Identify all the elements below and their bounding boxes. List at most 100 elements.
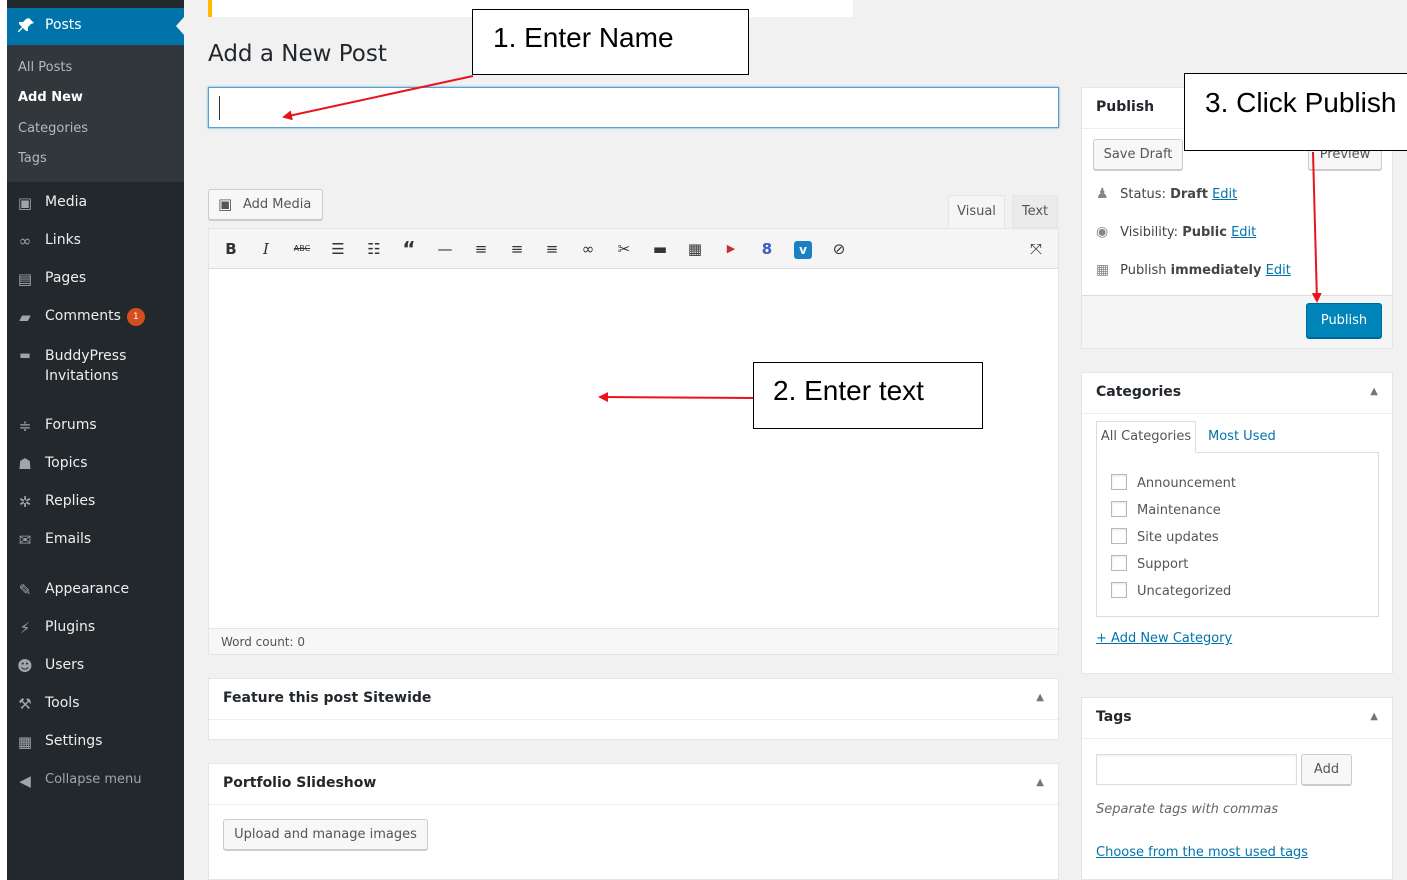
- sidebar-item-tools[interactable]: ⚒ Tools: [7, 692, 184, 722]
- sidebar-item-replies[interactable]: ✲ Replies: [7, 490, 184, 520]
- upload-images-button[interactable]: Upload and manage images: [223, 819, 428, 850]
- fullscreen-icon[interactable]: ⤧: [1024, 238, 1048, 260]
- callout-step-2: 2. Enter text: [753, 362, 983, 429]
- admin-sidebar: Posts All Posts Add New Categories Tags …: [7, 0, 184, 880]
- publish-button[interactable]: Publish: [1306, 303, 1382, 338]
- publish-value: immediately: [1170, 263, 1262, 278]
- collapse-toggle-icon[interactable]: ▲: [1370, 711, 1378, 722]
- align-left-icon[interactable]: ≡: [469, 238, 493, 260]
- post-content-editor: B I ABC ☰ ☷ “ — ≡ ≡ ≡ ∞ ✂ ▬ ▦ ▶ 8 v ⊘ ⤧ …: [208, 228, 1059, 655]
- checkbox[interactable]: [1111, 528, 1127, 544]
- calendar-icon: ▦: [1096, 262, 1110, 278]
- checkbox[interactable]: [1111, 474, 1127, 490]
- category-item[interactable]: Site updates: [1111, 528, 1219, 545]
- bulleted-list-icon[interactable]: ☰: [326, 238, 350, 260]
- comments-icon: ▰: [19, 308, 31, 326]
- visibility-row: ◉ Visibility: Public Edit: [1096, 224, 1256, 240]
- publish-date-row: ▦ Publish immediately Edit: [1096, 262, 1291, 278]
- collapse-menu-label: Collapse menu: [45, 772, 142, 787]
- category-label: Uncategorized: [1137, 584, 1232, 599]
- sidebar-item-label: Forums: [45, 417, 97, 433]
- flash-icon[interactable]: ⊘: [827, 238, 851, 260]
- metabox-title: Publish: [1096, 99, 1155, 115]
- horizontal-line-icon[interactable]: —: [433, 238, 457, 260]
- checkbox[interactable]: [1111, 582, 1127, 598]
- category-item[interactable]: Uncategorized: [1111, 582, 1231, 599]
- collapse-toggle-icon[interactable]: ▲: [1370, 386, 1378, 397]
- tag-input[interactable]: [1096, 754, 1297, 785]
- embed-8-icon[interactable]: 8: [755, 238, 779, 260]
- collapse-toggle-icon[interactable]: ▲: [1036, 777, 1044, 788]
- category-item[interactable]: Maintenance: [1111, 501, 1221, 518]
- eye-icon: ◉: [1096, 224, 1109, 240]
- read-more-icon[interactable]: ▬: [648, 238, 672, 260]
- callout-text: 1. Enter Name: [493, 22, 674, 53]
- comments-label: Comments: [45, 308, 121, 324]
- tab-text[interactable]: Text: [1012, 195, 1058, 228]
- align-right-icon[interactable]: ≡: [540, 238, 564, 260]
- sidebar-item-users[interactable]: ☻ Users: [7, 654, 184, 684]
- edit-visibility-link[interactable]: Edit: [1231, 225, 1256, 240]
- add-new-category-link[interactable]: + Add New Category: [1096, 631, 1232, 646]
- sidebar-item-posts[interactable]: Posts: [7, 8, 184, 45]
- youtube-icon[interactable]: ▶: [719, 238, 743, 260]
- blockquote-icon[interactable]: “: [397, 238, 421, 260]
- numbered-list-icon[interactable]: ☷: [362, 238, 386, 260]
- edit-publish-date-link[interactable]: Edit: [1266, 263, 1291, 278]
- tab-all-categories[interactable]: All Categories: [1096, 421, 1196, 453]
- toolbar-toggle-icon[interactable]: ▦: [683, 238, 707, 260]
- sidebar-item-buddypress-invitations[interactable]: ▬ BuddyPress Invitations: [7, 343, 184, 387]
- italic-icon[interactable]: I: [254, 238, 278, 260]
- submenu-all-posts[interactable]: All Posts: [18, 60, 72, 75]
- checkbox[interactable]: [1111, 501, 1127, 517]
- sidebar-item-comments[interactable]: ▰ Comments 1: [7, 305, 184, 335]
- sidebar-item-emails[interactable]: ✉ Emails: [7, 528, 184, 558]
- submenu-add-new[interactable]: Add New: [18, 90, 83, 105]
- checkbox[interactable]: [1111, 555, 1127, 571]
- collapse-toggle-icon[interactable]: ▲: [1036, 692, 1044, 703]
- collapse-menu-button[interactable]: ◀ Collapse menu: [7, 769, 184, 799]
- metabox-title: Categories: [1096, 384, 1182, 400]
- sidebar-item-links[interactable]: ∞ Links: [7, 229, 184, 259]
- callout-step-3: 3. Click Publish: [1184, 73, 1407, 151]
- sidebar-item-settings[interactable]: ▦ Settings: [7, 730, 184, 760]
- bold-icon[interactable]: B: [219, 238, 243, 260]
- sidebar-item-label: Topics: [45, 455, 88, 471]
- align-center-icon[interactable]: ≡: [505, 238, 529, 260]
- sidebar-item-label: Emails: [45, 531, 92, 547]
- add-tag-button[interactable]: Add: [1301, 754, 1352, 785]
- sidebar-item-label: Appearance: [45, 581, 130, 597]
- link-icon: ∞: [18, 232, 32, 250]
- sidebar-item-media[interactable]: ▣ Media: [7, 191, 184, 221]
- editor-text-area[interactable]: [209, 269, 1058, 628]
- editor-status-bar: Word count: 0: [209, 628, 1058, 654]
- visibility-label: Visibility:: [1120, 225, 1179, 240]
- sidebar-item-appearance[interactable]: ✎ Appearance: [7, 578, 184, 608]
- sidebar-item-plugins[interactable]: ⚡ Plugins: [7, 616, 184, 646]
- sidebar-item-topics[interactable]: ☗ Topics: [7, 452, 184, 482]
- submenu-tags[interactable]: Tags: [18, 151, 47, 166]
- topics-icon: ☗: [18, 455, 32, 473]
- remove-link-icon[interactable]: ✂: [612, 238, 636, 260]
- pages-icon: ▤: [17, 270, 33, 288]
- submenu-categories[interactable]: Categories: [18, 121, 88, 136]
- category-item[interactable]: Announcement: [1111, 474, 1236, 491]
- add-media-button[interactable]: ▣ Add Media: [208, 189, 323, 220]
- label-line-1: BuddyPress: [45, 348, 127, 364]
- sidebar-item-pages[interactable]: ▤ Pages: [7, 267, 184, 297]
- media-icon: ▣: [17, 194, 33, 212]
- replies-icon: ✲: [18, 493, 32, 511]
- save-draft-button[interactable]: Save Draft: [1093, 139, 1183, 170]
- tab-most-used[interactable]: Most Used: [1208, 429, 1276, 444]
- post-title-input[interactable]: [208, 87, 1059, 128]
- sidebar-item-label: Pages: [45, 270, 87, 286]
- strikethrough-icon[interactable]: ABC: [290, 238, 314, 260]
- edit-status-link[interactable]: Edit: [1212, 187, 1237, 202]
- tab-visual[interactable]: Visual: [948, 195, 1005, 228]
- choose-tags-link[interactable]: Choose from the most used tags: [1096, 845, 1308, 860]
- vimeo-icon[interactable]: v: [791, 238, 815, 260]
- forums-icon: ≑: [18, 417, 32, 435]
- category-item[interactable]: Support: [1111, 555, 1188, 572]
- insert-link-icon[interactable]: ∞: [576, 238, 600, 260]
- sidebar-item-forums[interactable]: ≑ Forums: [7, 414, 184, 444]
